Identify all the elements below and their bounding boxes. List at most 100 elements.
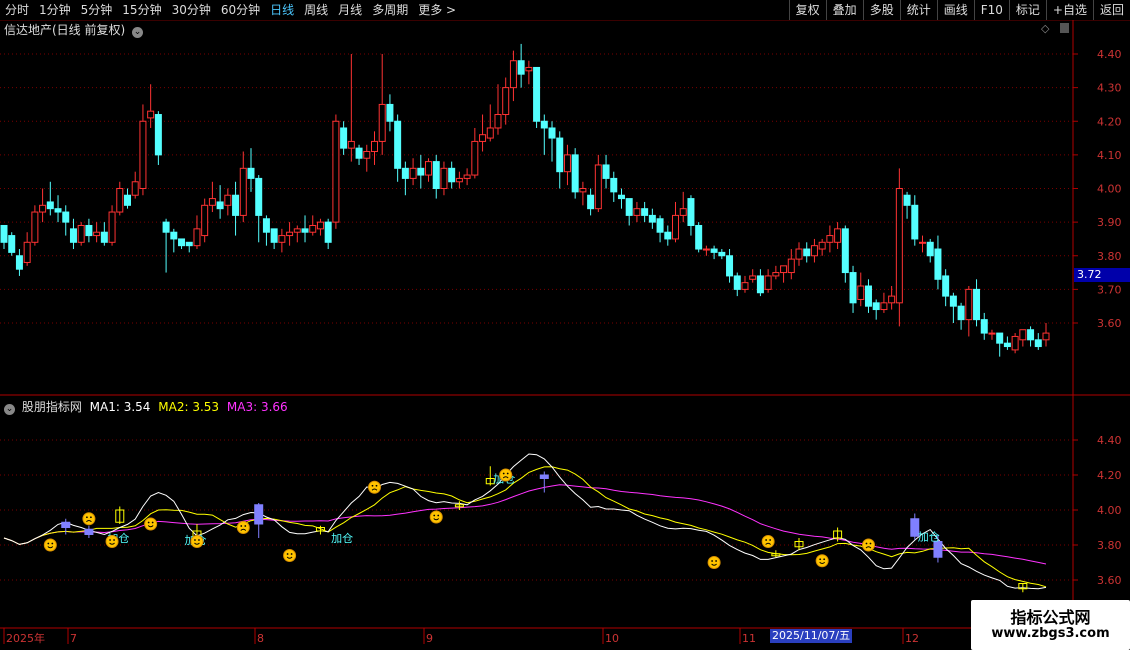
smile-face-icon xyxy=(283,549,297,562)
watermark: 指标公式网 www.zbgs3.com xyxy=(971,600,1130,650)
candle-body xyxy=(957,305,965,321)
candle-body xyxy=(293,228,301,233)
watermark-title: 指标公式网 xyxy=(1010,608,1091,627)
time-label: 2025年 xyxy=(6,631,45,645)
candle-body xyxy=(702,248,710,251)
candle-body xyxy=(648,214,656,223)
smile-face-icon xyxy=(43,538,57,552)
face-circle xyxy=(861,538,875,552)
candle-body xyxy=(818,241,826,250)
candle-body xyxy=(1042,332,1050,341)
candle-body xyxy=(463,174,471,179)
signal-body xyxy=(84,528,94,535)
smile-face-icon xyxy=(144,517,158,531)
candle-body xyxy=(486,127,494,139)
candle-body xyxy=(733,275,741,290)
frown-face-icon xyxy=(499,468,513,482)
candle-body xyxy=(664,231,672,240)
candle-body xyxy=(540,120,548,129)
face-eye xyxy=(109,539,111,541)
collapse-icon[interactable]: ⌄ xyxy=(4,404,15,415)
candle-body xyxy=(208,198,216,206)
indicator-tick-label: 3.60 xyxy=(1097,574,1122,587)
face-eye xyxy=(194,539,196,541)
watermark-url: www.zbgs3.com xyxy=(991,626,1110,641)
ma2-value: MA2: 3.53 xyxy=(158,400,220,414)
smile-face-icon xyxy=(190,535,204,548)
smile-face-icon xyxy=(707,556,721,569)
indicator-tick-label: 3.80 xyxy=(1097,539,1122,552)
candle-body xyxy=(62,211,70,223)
price-tick-label: 3.90 xyxy=(1097,216,1122,229)
cursor-date: 2025/11/07/五 xyxy=(770,629,853,643)
indicator-tick-label: 4.00 xyxy=(1097,504,1122,517)
ma1-value: MA1: 3.54 xyxy=(89,400,151,414)
candle-body xyxy=(533,66,541,122)
face-eye xyxy=(240,525,243,527)
candle-body xyxy=(216,201,224,210)
ma3-value: MA3: 3.66 xyxy=(226,400,288,414)
candle-body xyxy=(178,238,186,247)
candle-body xyxy=(888,295,896,304)
candle-body xyxy=(764,275,772,290)
signal-body xyxy=(254,504,264,525)
candle-body xyxy=(949,295,957,307)
time-label: 9 xyxy=(426,632,433,645)
candle-body xyxy=(672,214,680,240)
face-circle xyxy=(283,549,297,562)
diamond-icon[interactable]: ◇ xyxy=(1041,22,1049,35)
candle-body xyxy=(556,137,564,173)
candle-body xyxy=(417,167,425,176)
candle-body xyxy=(147,110,155,119)
candle-body xyxy=(239,167,247,216)
candle-body xyxy=(826,235,834,243)
candle-body xyxy=(232,194,240,216)
face-circle xyxy=(236,521,250,534)
smile-face-icon xyxy=(815,554,829,568)
face-eye xyxy=(502,472,505,475)
candle-body xyxy=(641,208,649,216)
candle-body xyxy=(455,177,463,183)
face-eye xyxy=(47,542,50,545)
candle-body xyxy=(687,198,695,226)
candle-body xyxy=(718,251,726,257)
candle-body xyxy=(656,218,664,233)
candle-body xyxy=(278,235,286,243)
candle-body xyxy=(262,218,270,233)
candle-body xyxy=(880,302,888,311)
chart-canvas[interactable]: 加仓加仓加仓加仓加仓 4.404.304.204.104.003.903.803… xyxy=(0,0,1130,650)
chevron-down-icon[interactable]: ⌄ xyxy=(132,27,144,38)
candle-body xyxy=(270,228,278,243)
candle-body xyxy=(895,188,903,304)
main-pane-title: 信达地产(日线 前复权) ⌄ xyxy=(4,21,144,38)
candle-body xyxy=(903,194,911,206)
face-eye xyxy=(86,516,88,519)
frown-face-icon xyxy=(82,512,96,526)
price-tick-label: 3.60 xyxy=(1097,317,1122,330)
candle-body xyxy=(780,265,788,274)
frown-face-icon xyxy=(367,480,381,494)
candle-body xyxy=(394,120,402,169)
candle-body xyxy=(756,275,764,294)
candle-body xyxy=(710,248,718,253)
candle-body xyxy=(15,255,23,270)
candle-body xyxy=(772,272,780,277)
face-eye xyxy=(865,542,868,545)
candle-body xyxy=(185,241,193,247)
candle-body xyxy=(170,231,178,240)
candle-body xyxy=(432,161,440,190)
face-circle xyxy=(429,510,443,524)
time-label: 7 xyxy=(70,632,77,645)
candle-body xyxy=(980,319,988,334)
candle-body xyxy=(525,66,533,72)
candle-body xyxy=(324,221,332,243)
time-label: 10 xyxy=(605,632,619,645)
candle-body xyxy=(965,288,973,321)
price-tick-label: 3.70 xyxy=(1097,283,1122,296)
price-tick-label: 4.20 xyxy=(1097,115,1122,128)
candle-body xyxy=(409,167,417,179)
scroll-box-icon[interactable] xyxy=(1060,23,1069,33)
candle-body xyxy=(872,302,880,311)
ma3-line xyxy=(3,484,1047,565)
candle-body xyxy=(479,134,487,142)
